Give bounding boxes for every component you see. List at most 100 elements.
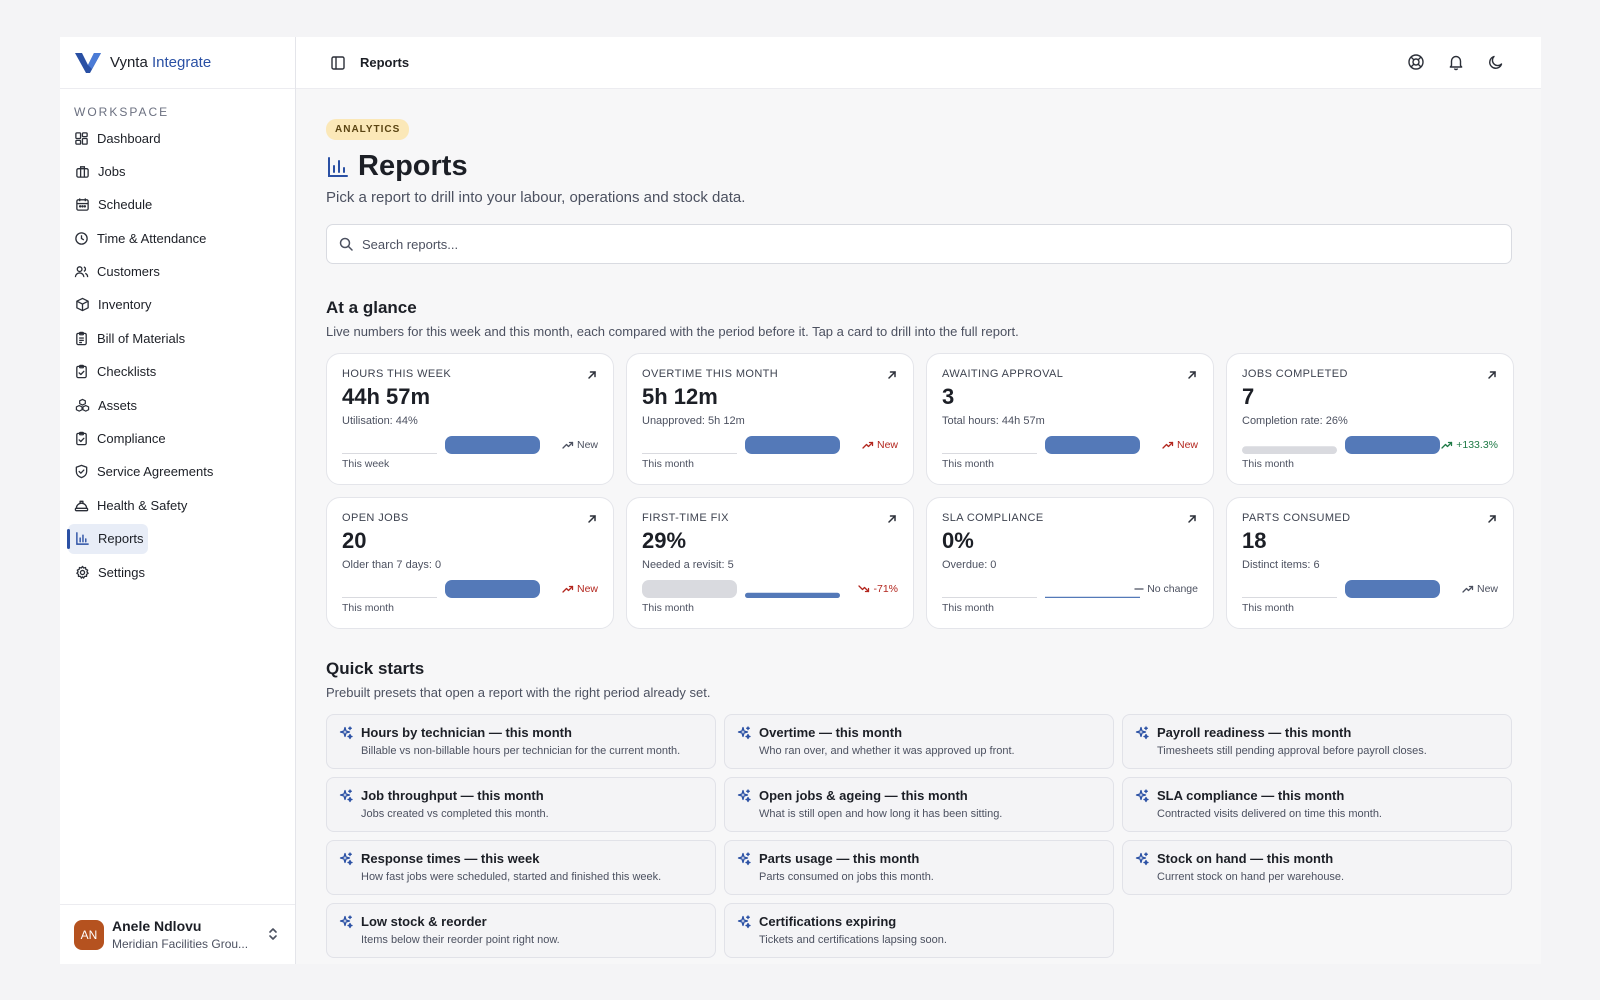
sidebar-item-customers[interactable]: Customers — [68, 257, 160, 287]
previous-period-bar — [1242, 446, 1337, 454]
stat-card-label: FIRST-TIME FIX — [642, 512, 729, 524]
sidebar-item-settings[interactable]: Settings — [68, 557, 154, 587]
stat-card-value: 29% — [642, 528, 687, 553]
period-comparison-bars — [942, 580, 1140, 599]
quick-start-item[interactable]: Stock on hand — this month Current stock … — [1122, 840, 1512, 895]
bell-icon[interactable] — [1447, 53, 1465, 71]
sidebar-item-assets[interactable]: Assets — [68, 390, 154, 420]
sidebar-item-label: Checklists — [97, 364, 157, 380]
sidebar-item-health-and-safety[interactable]: Health & Safety — [68, 490, 187, 520]
sidebar-item-label: Assets — [98, 397, 138, 413]
quick-start-description: Parts consumed on jobs this month. — [759, 871, 934, 883]
topbar-title: Reports — [360, 55, 410, 70]
stat-card-period: This month — [942, 458, 994, 470]
analytics-badge: ANALYTICS — [326, 119, 410, 140]
search-input[interactable] — [362, 236, 1462, 252]
sidebar: Vynta Integrate WORKSPACE Dashboard Jobs S… — [60, 37, 296, 964]
lifebuoy-icon[interactable] — [1407, 53, 1425, 71]
stat-card-sla-compliance[interactable]: SLA COMPLIANCE 0% Overdue: 0 No change This … — [926, 497, 1214, 629]
arrow-up-right-icon — [1186, 512, 1198, 524]
brand[interactable]: Vynta Integrate — [60, 37, 295, 89]
stat-card-open-jobs[interactable]: OPEN JOBS 20 Older than 7 days: 0 New This m… — [326, 497, 614, 629]
search-bar[interactable] — [326, 224, 1512, 264]
bar-chart-icon — [328, 156, 348, 177]
arrow-up-right-icon — [586, 368, 598, 380]
quick-start-item[interactable]: Job throughput — this month Jobs created … — [326, 777, 716, 832]
quick-start-item[interactable]: Hours by technician — this month Billable… — [326, 714, 716, 769]
trend-value: -71% — [873, 583, 898, 595]
sidebar-item-compliance[interactable]: Compliance — [68, 424, 166, 454]
sidebar-item-reports[interactable]: Reports — [67, 523, 148, 554]
stat-card-jobs-completed[interactable]: JOBS COMPLETED 7 Completion rate: 26% +133.… — [1226, 353, 1514, 485]
sidebar-item-schedule[interactable]: Schedule — [68, 190, 154, 220]
arrow-up-right-icon — [1486, 512, 1498, 524]
stat-card-detail: Utilisation: 44% — [342, 415, 418, 427]
arrow-up-right-icon — [1486, 368, 1498, 380]
trend-value: New — [1476, 583, 1498, 595]
quick-start-item[interactable]: Response times — this week How fast jobs … — [326, 840, 716, 895]
sidebar-item-label: Reports — [98, 531, 144, 547]
sparkles-icon — [339, 915, 353, 929]
sparkles-icon — [737, 915, 751, 929]
sidebar-item-label: Settings — [98, 564, 145, 580]
trend-icon — [1162, 441, 1174, 449]
search-icon — [339, 237, 353, 251]
quick-start-item[interactable]: Open jobs & ageing — this month What is s… — [724, 777, 1114, 832]
current-period-bar — [1345, 436, 1440, 454]
brand-logo-icon — [75, 52, 101, 73]
quick-start-description: Contracted visits delivered on time this… — [1157, 808, 1382, 820]
sidebar-item-inventory[interactable]: Inventory — [68, 290, 154, 320]
trend-value: New — [576, 439, 598, 451]
sidebar-item-checklists[interactable]: Checklists — [68, 357, 157, 387]
quick-start-item[interactable]: Certifications expiring Tickets and certi… — [724, 903, 1114, 958]
quick-start-item[interactable]: Low stock & reorder Items below their reo… — [326, 903, 716, 958]
sidebar-item-label: Jobs — [98, 163, 126, 179]
stat-card-period: This month — [1242, 458, 1294, 470]
sparkles-icon — [1135, 789, 1149, 803]
quick-start-description: Items below their reorder point right no… — [361, 934, 560, 946]
stat-card-hours-this-week[interactable]: HOURS THIS WEEK 44h 57m Utilisation: 44% Ne… — [326, 353, 614, 485]
sidebar-item-dashboard[interactable]: Dashboard — [68, 123, 161, 153]
gear-icon — [74, 564, 90, 580]
sidebar-item-service-agreements[interactable]: Service Agreements — [68, 457, 213, 487]
arrow-up-right-icon — [886, 368, 898, 380]
quick-starts-title: Quick starts — [326, 659, 425, 678]
arrow-up-right-icon — [886, 512, 898, 524]
stat-card-value: 20 — [342, 528, 367, 553]
sparkles-icon — [737, 726, 751, 740]
stat-card-awaiting-approval[interactable]: AWAITING APPROVAL 3 Total hours: 44h 57m Ne… — [926, 353, 1214, 485]
sidebar-item-label: Inventory — [98, 297, 152, 313]
current-period-bar — [445, 436, 540, 454]
top-actions — [1407, 53, 1505, 71]
dashboard-icon — [74, 130, 89, 146]
stat-card-label: SLA COMPLIANCE — [942, 512, 1044, 524]
sidebar-item-time-and-attendance[interactable]: Time & Attendance — [68, 223, 206, 253]
avatar: AN — [74, 919, 104, 950]
quick-start-item[interactable]: Overtime — this month Who ran over, and w… — [724, 714, 1114, 769]
stat-card-detail: Distinct items: 6 — [1242, 559, 1320, 571]
user-org: Meridian Facilities Grou... — [112, 937, 249, 951]
quick-start-item[interactable]: SLA compliance — this month Contracted vi… — [1122, 777, 1512, 832]
quick-start-item[interactable]: Parts usage — this month Parts consumed o… — [724, 840, 1114, 895]
trend-value: No change — [1147, 583, 1198, 595]
period-comparison-bars — [342, 436, 540, 454]
stat-card-period: This week — [342, 458, 390, 470]
quick-start-description: What is still open and how long it has b… — [759, 808, 1003, 820]
stat-card-first-time-fix[interactable]: FIRST-TIME FIX 29% Needed a revisit: 5 -71%… — [626, 497, 914, 629]
moon-icon[interactable] — [1487, 53, 1505, 71]
quick-start-title: Response times — this week — [361, 851, 540, 866]
trend-value: New — [576, 583, 598, 595]
sidebar-item-jobs[interactable]: Jobs — [68, 156, 154, 186]
sidebar-toggle-icon[interactable] — [330, 55, 346, 71]
stat-card-overtime-this-month[interactable]: OVERTIME THIS MONTH 5h 12m Unapproved: 5h … — [626, 353, 914, 485]
stat-card-value: 44h 57m — [342, 384, 431, 409]
sparkles-icon — [737, 789, 751, 803]
trend-indicator: No change — [1134, 583, 1198, 595]
quick-start-item[interactable]: Payroll readiness — this month Timesheets… — [1122, 714, 1512, 769]
stat-card-parts-consumed[interactable]: PARTS CONSUMED 18 Distinct items: 6 New This… — [1226, 497, 1514, 629]
quick-start-title: Job throughput — this month — [361, 788, 544, 803]
trend-icon — [562, 441, 574, 449]
user-switcher[interactable]: AN Anele Ndlovu Meridian Facilities Grou… — [60, 904, 295, 964]
sidebar-item-label: Compliance — [97, 431, 166, 447]
sidebar-item-bill-of-materials[interactable]: Bill of Materials — [68, 323, 185, 353]
